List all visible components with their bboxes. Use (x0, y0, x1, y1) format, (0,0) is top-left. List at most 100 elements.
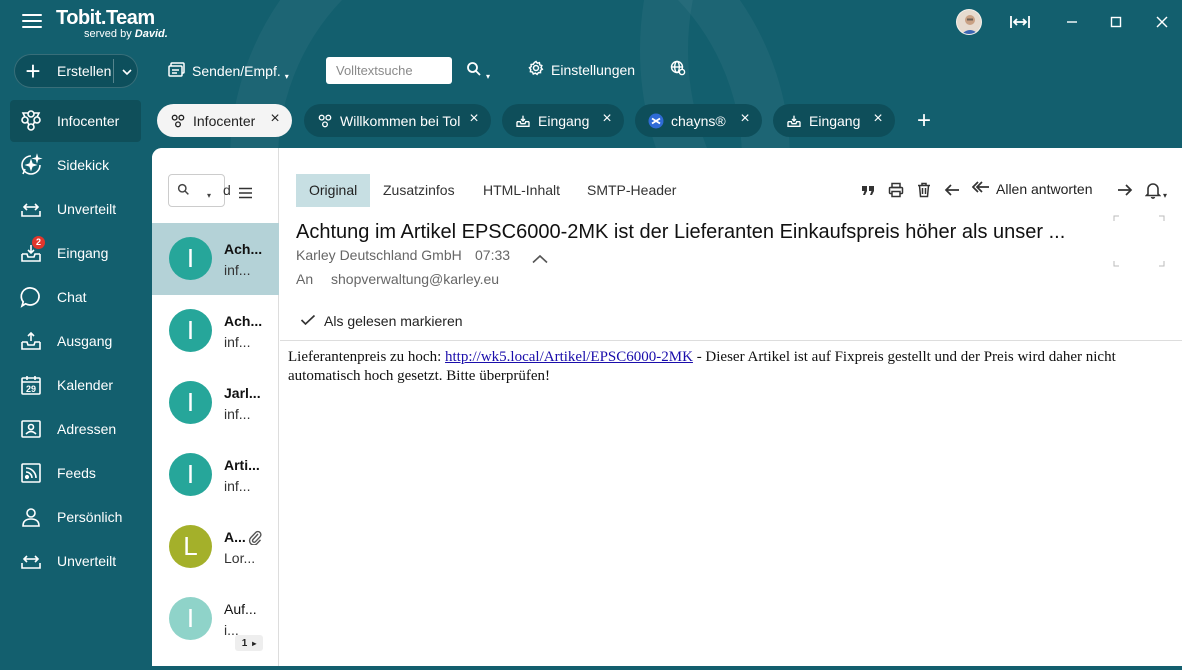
close-icon[interactable]: × (738, 111, 752, 127)
sidebar-item-sidekick[interactable]: Sidekick (10, 144, 141, 186)
tab-infocenter[interactable]: Infocenter × (157, 104, 292, 137)
feeds-icon (18, 460, 44, 486)
sidebar-item-chat[interactable]: Chat (10, 276, 141, 318)
sidebar-item-label: Persönlich (57, 509, 123, 525)
infocenter-icon (18, 108, 44, 134)
gear-icon (528, 60, 544, 79)
brand-logo: Tobit.Team served by David. (56, 8, 168, 40)
close-icon[interactable]: × (600, 111, 614, 127)
checkmark-icon (300, 313, 316, 329)
search-button[interactable]: ▾ (466, 60, 490, 81)
tab-label: chayns® (671, 112, 726, 129)
delete-icon[interactable] (914, 180, 934, 200)
chevron-down-icon[interactable] (121, 65, 133, 83)
list-item-title: Ach... (224, 313, 263, 329)
sender-avatar: L (169, 525, 212, 568)
divider (280, 340, 1182, 341)
print-icon[interactable] (886, 180, 906, 200)
unread-badge: 2 (32, 236, 45, 249)
send-receive-button[interactable]: Senden/Empf. ▾ (168, 60, 289, 81)
page-indicator[interactable]: 1 ▸ (235, 635, 263, 651)
sender-avatar: I (169, 237, 212, 280)
dropdown-small-icon[interactable]: ▾ (1163, 191, 1167, 200)
article-link[interactable]: http://wk5.local/Artikel/EPSC6000-2MK (445, 349, 693, 365)
contact-image-placeholder (1113, 215, 1165, 267)
sidebar-item-label: Unverteilt (57, 553, 117, 569)
sidebar-item-unverteilt[interactable]: Unverteilt (10, 188, 141, 230)
message-list: ▾ d I Ach... inf... I Ach... inf... I Ja… (152, 148, 279, 666)
chevron-up-icon[interactable] (532, 251, 548, 269)
page-number: 1 (241, 637, 248, 649)
dropdown-small-icon[interactable]: ▾ (486, 72, 490, 81)
tab-chayns[interactable]: chayns® × (635, 104, 762, 137)
list-menu-icon[interactable] (238, 186, 253, 204)
sidebar-item-label: Sidekick (57, 157, 110, 173)
mail-reader: Original Zusatzinfos HTML-Inhalt SMTP-He… (280, 148, 1182, 666)
forward-icon[interactable] (1115, 180, 1135, 200)
reply-all-button[interactable]: Allen antworten (971, 180, 1093, 197)
list-item-subtitle: inf... (224, 334, 251, 350)
language-button[interactable] (670, 60, 686, 79)
fulltext-search-input[interactable] (326, 57, 452, 84)
unassigned-icon (18, 548, 44, 574)
quote-icon[interactable] (858, 180, 878, 200)
globe-settings-icon (670, 60, 686, 79)
close-icon[interactable]: × (871, 111, 885, 127)
list-item-title: Auf... (224, 601, 257, 617)
sidebar-item-feeds[interactable]: Feeds (10, 452, 141, 494)
unassigned-icon (18, 196, 44, 222)
tab-html-inhalt[interactable]: HTML-Inhalt (470, 174, 573, 207)
mail-sender[interactable]: Karley Deutschland GmbH (296, 247, 462, 263)
sidebar-item-infocenter[interactable]: Infocenter (10, 100, 141, 142)
list-item-title: A... (224, 529, 246, 545)
list-search-box[interactable]: ▾ (168, 174, 225, 207)
sidebar-item-persoenlich[interactable]: Persönlich (10, 496, 141, 538)
send-receive-icon (168, 61, 186, 80)
maximize-icon[interactable] (1104, 10, 1128, 34)
infocenter-icon (316, 112, 334, 130)
list-item-subtitle: Lor... (224, 550, 256, 566)
sidebar-item-unverteilt-2[interactable]: Unverteilt (10, 540, 141, 582)
mark-as-read-button[interactable]: Als gelesen markieren (300, 313, 463, 329)
list-item[interactable]: I Ach... inf... (152, 223, 279, 295)
menu-icon[interactable] (22, 14, 42, 30)
plus-icon: + (25, 56, 41, 86)
add-tab-button[interactable]: + (913, 109, 935, 133)
minimize-icon[interactable] (1060, 10, 1084, 34)
settings-button[interactable]: Einstellungen (528, 60, 635, 79)
sidebar-item-kalender[interactable]: 29 Kalender (10, 364, 141, 406)
reply-icon[interactable] (942, 180, 962, 200)
search-icon (466, 61, 482, 80)
sender-avatar: I (169, 381, 212, 424)
tab-smtp-header[interactable]: SMTP-Header (574, 174, 689, 207)
tab-eingang-2[interactable]: Eingang × (773, 104, 895, 137)
sidebar-item-eingang[interactable]: 2 Eingang (10, 232, 141, 274)
reply-all-icon (971, 180, 990, 197)
close-window-icon[interactable] (1150, 10, 1174, 34)
close-icon[interactable]: × (467, 111, 481, 127)
tab-label: Infocenter (193, 112, 256, 129)
attachment-icon (248, 529, 262, 550)
chevron-right-icon: ▸ (252, 638, 257, 648)
user-avatar[interactable] (956, 9, 982, 35)
sidebar-item-adressen[interactable]: Adressen (10, 408, 141, 450)
sidebar-item-ausgang[interactable]: Ausgang (10, 320, 141, 362)
dropdown-small-icon[interactable]: ▾ (285, 72, 289, 81)
sidekick-icon (18, 152, 44, 178)
fit-width-icon[interactable] (1008, 10, 1032, 34)
list-item[interactable]: I Arti... inf... (152, 439, 279, 511)
tab-eingang[interactable]: Eingang × (502, 104, 624, 137)
recipient-address[interactable]: shopverwaltung@karley.eu (331, 271, 499, 287)
dropdown-small-icon[interactable]: ▾ (207, 191, 211, 200)
list-item[interactable]: I Jarl... inf... (152, 367, 279, 439)
create-button[interactable]: + Erstellen (14, 54, 138, 88)
tab-original[interactable]: Original (296, 174, 371, 207)
bell-icon[interactable] (1143, 180, 1163, 200)
close-icon[interactable]: × (268, 111, 282, 127)
list-item[interactable]: I Ach... inf... (152, 295, 279, 367)
sidebar-item-label: Ausgang (57, 333, 113, 349)
list-item[interactable]: L A... Lor... (152, 511, 279, 583)
tab-zusatzinfos[interactable]: Zusatzinfos (370, 174, 468, 207)
tab-willkommen[interactable]: Willkommen bei Tol × (304, 104, 491, 137)
chayns-icon (647, 112, 665, 130)
